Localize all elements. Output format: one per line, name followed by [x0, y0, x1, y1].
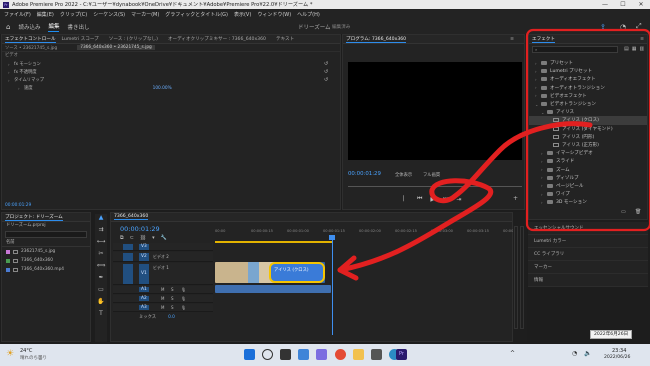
- weather-temp[interactable]: 24°C: [20, 348, 32, 354]
- clock-date[interactable]: 2022/06/26: [604, 355, 630, 360]
- weather-icon[interactable]: ☀: [6, 349, 14, 359]
- network-icon[interactable]: ◔: [572, 350, 577, 357]
- start-icon[interactable]: [244, 349, 255, 360]
- tray-expand-icon[interactable]: ^: [510, 350, 515, 357]
- store-icon[interactable]: [371, 349, 382, 360]
- explorer-icon[interactable]: [353, 349, 364, 360]
- premiere-app-icon[interactable]: Pr: [396, 349, 407, 360]
- chat-icon[interactable]: [316, 349, 327, 360]
- date-tooltip-text: 2022年6月26日: [594, 332, 629, 337]
- search-icon[interactable]: [262, 349, 273, 360]
- annotation-box: [525, 28, 650, 232]
- task-view-icon[interactable]: [280, 349, 291, 360]
- date-tooltip: 2022年6月26日: [590, 330, 633, 339]
- annotation-overlay: [337, 28, 650, 281]
- volume-icon[interactable]: 🔈: [584, 350, 591, 357]
- chrome-icon[interactable]: [335, 349, 346, 360]
- annotation-arrow: [337, 121, 593, 273]
- clock-time[interactable]: 23:34: [612, 348, 626, 354]
- widgets-icon[interactable]: [298, 349, 309, 360]
- taskbar: ☀ 24°C 晴れのち曇り Pr ^ ◔ 🔈 23:34 2022/06/26: [0, 344, 650, 366]
- weather-desc[interactable]: 晴れのち曇り: [20, 355, 47, 361]
